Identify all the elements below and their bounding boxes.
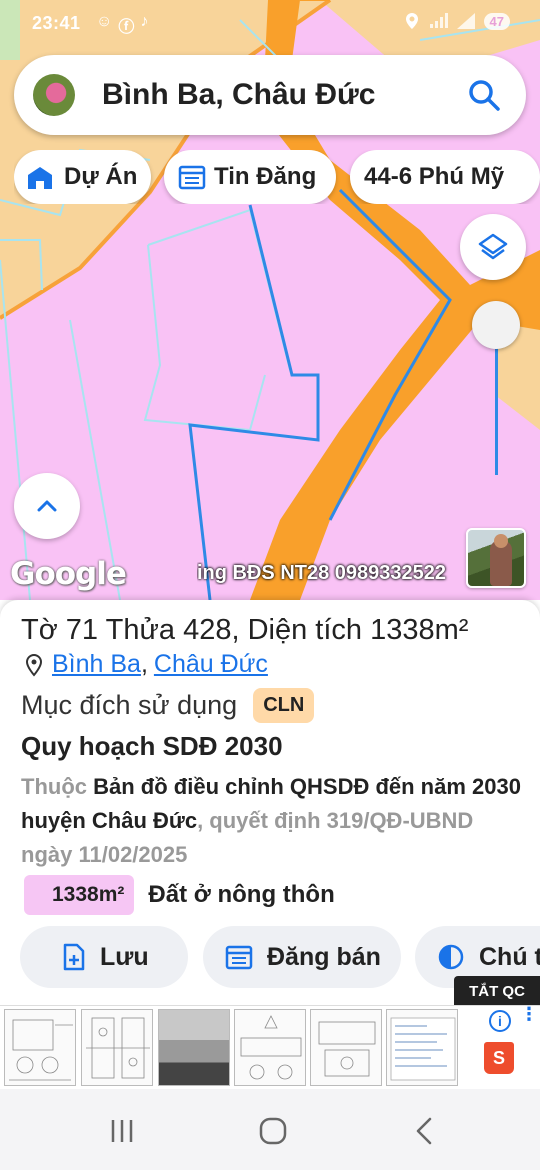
expand-panel-button[interactable] [14, 473, 80, 539]
recent-apps-icon [111, 1120, 133, 1142]
sheet-label: Tờ [21, 614, 58, 646]
save-button[interactable]: Lưu [20, 926, 188, 988]
smiley-icon: ☺ [96, 13, 113, 30]
back-button[interactable] [404, 1111, 444, 1151]
ad-info-icon[interactable]: i [489, 1010, 511, 1032]
calendar-list-icon [225, 945, 253, 970]
filter-chips: Dự Án Tin Đăng 44-6 Phú Mỹ [14, 150, 540, 204]
ad-product-image[interactable] [81, 1009, 153, 1086]
purpose-label: Mục đích sử dụng [21, 690, 238, 720]
purpose-code-badge: CLN [253, 688, 315, 723]
area-value: 1338m² [370, 614, 469, 646]
street-view-thumbnail[interactable] [466, 528, 526, 588]
ad-product-image[interactable] [386, 1009, 458, 1086]
ad-product-image[interactable] [310, 1009, 382, 1086]
user-avatar[interactable] [33, 74, 75, 116]
system-icons: 47 [404, 12, 510, 30]
location-line: Bình Ba, Châu Đức [24, 650, 268, 679]
zone-area-badge: 1338m² [24, 875, 135, 915]
save-label: Lưu [100, 942, 149, 971]
legend-label: Chú thích [479, 942, 540, 971]
contrast-icon [438, 944, 464, 970]
back-icon [416, 1117, 432, 1145]
ad-banner[interactable]: i ⋮ S [0, 1005, 540, 1089]
post-sale-button[interactable]: Đăng bán [203, 926, 401, 988]
plan-prefix: Thuộc [21, 774, 87, 799]
facebook-icon: ⓕ [118, 19, 135, 36]
zone-row: 1338m² Đất ở nông thôn [24, 875, 335, 915]
wifi-calling-icon [429, 13, 448, 28]
building-icon [28, 167, 52, 189]
close-ad-button[interactable]: TẮT QC [454, 976, 540, 1006]
notification-icons: ☺ ⓕ ♪ [96, 13, 148, 37]
chip-phu-my[interactable]: 44-6 Phú Mỹ [350, 150, 540, 204]
sheet-number: 71 [65, 614, 99, 646]
plot-number: 428 [183, 614, 232, 646]
chip-label: Dự Án [64, 163, 138, 190]
chip-label: Tin Đăng [214, 163, 317, 190]
status-time: 23:41 [32, 13, 81, 33]
calendar-list-icon [178, 165, 206, 190]
opacity-slider-track[interactable] [495, 330, 498, 475]
tiktok-icon: ♪ [140, 13, 149, 30]
post-sale-label: Đăng bán [267, 942, 381, 971]
zone-label: Đất ở nông thôn [148, 881, 335, 908]
plan-title: Quy hoạch SDĐ 2030 [21, 731, 283, 761]
search-query[interactable]: Bình Ba, Châu Đức [102, 78, 466, 112]
ad-product-image[interactable] [234, 1009, 306, 1086]
home-icon [259, 1117, 287, 1145]
ad-product-image[interactable] [4, 1009, 76, 1086]
battery-indicator: 47 [483, 12, 510, 30]
map-pin-icon [25, 653, 43, 677]
ad-more-icon[interactable]: ⋮ [520, 1005, 538, 1023]
signal-icon [456, 13, 475, 29]
layers-button[interactable] [460, 214, 526, 280]
chevron-up-icon [37, 500, 57, 512]
google-logo: Google [10, 556, 127, 592]
chip-tin-dang[interactable]: Tin Đăng [164, 150, 336, 204]
parcel-summary: Tờ 71 Thửa 428, Diện tích 1338m² [21, 614, 468, 647]
home-button[interactable] [253, 1111, 293, 1151]
district-link[interactable]: Châu Đức [154, 650, 268, 679]
recent-apps-button[interactable] [102, 1111, 142, 1151]
location-icon [405, 13, 418, 29]
chip-label: 44-6 Phú Mỹ [364, 163, 505, 190]
area-label: , Diện tích [231, 614, 363, 646]
map-view[interactable]: 23:41 ☺ ⓕ ♪ 47 Bình Ba, Châu Đức Dự Án T… [0, 0, 540, 600]
plot-label: Thửa [105, 614, 175, 646]
location-separator: , [140, 650, 148, 678]
file-plus-icon [63, 943, 85, 971]
ward-link[interactable]: Bình Ba [52, 650, 141, 679]
chip-du-an[interactable]: Dự Án [14, 150, 151, 204]
opacity-slider-knob[interactable] [472, 301, 520, 349]
system-navigation-bar [0, 1089, 540, 1170]
search-bar[interactable]: Bình Ba, Châu Đức [14, 55, 526, 135]
land-purpose: Mục đích sử dụng CLN [21, 688, 315, 723]
search-icon[interactable] [466, 77, 502, 113]
ad-product-image[interactable] [158, 1009, 230, 1086]
status-bar: 23:41 ☺ ⓕ ♪ 47 [0, 0, 540, 48]
layers-icon [478, 233, 508, 260]
shopee-logo-icon[interactable]: S [484, 1042, 514, 1074]
person-head [494, 534, 508, 548]
parcel-info-panel: Tờ 71 Thửa 428, Diện tích 1338m² Bình Ba… [0, 600, 540, 1005]
plan-description: Thuộc Bản đồ điều chỉnh QHSDĐ đến năm 20… [21, 770, 521, 872]
map-watermark: ing BĐS NT28 0989332522 [197, 562, 447, 584]
